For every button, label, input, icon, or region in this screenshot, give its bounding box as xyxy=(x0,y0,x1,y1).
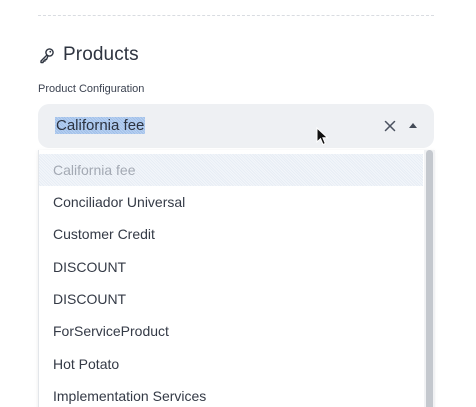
scrollbar-thumb[interactable] xyxy=(426,150,433,407)
product-configuration-label: Product Configuration xyxy=(38,83,145,95)
dropdown-option[interactable]: Customer Credit xyxy=(39,218,423,250)
product-configuration-select[interactable]: California fee xyxy=(38,104,434,148)
dropdown-option[interactable]: Implementation Services xyxy=(39,380,423,407)
dropdown-option[interactable]: Conciliador Universal xyxy=(39,186,423,218)
dropdown-scrollbar[interactable] xyxy=(424,150,435,407)
select-value[interactable]: California fee xyxy=(55,117,146,134)
dropdown-option[interactable]: California fee xyxy=(39,154,423,186)
dropdown-option[interactable]: DISCOUNT xyxy=(39,283,423,315)
chevron-up-icon[interactable] xyxy=(409,123,417,128)
mouse-pointer-icon xyxy=(316,126,330,147)
options-dropdown: California fee Conciliador Universal Cus… xyxy=(38,150,435,407)
section-divider xyxy=(38,15,434,16)
key-icon xyxy=(38,46,56,64)
clear-icon[interactable] xyxy=(382,118,398,134)
dropdown-option[interactable]: DISCOUNT xyxy=(39,251,423,283)
product-form: Products Product Configuration Californi… xyxy=(0,0,476,407)
section-title: Products xyxy=(63,44,139,65)
dropdown-option[interactable]: ForServiceProduct xyxy=(39,315,423,347)
section-header: Products xyxy=(38,42,139,68)
dropdown-option[interactable]: Hot Potato xyxy=(39,348,423,380)
